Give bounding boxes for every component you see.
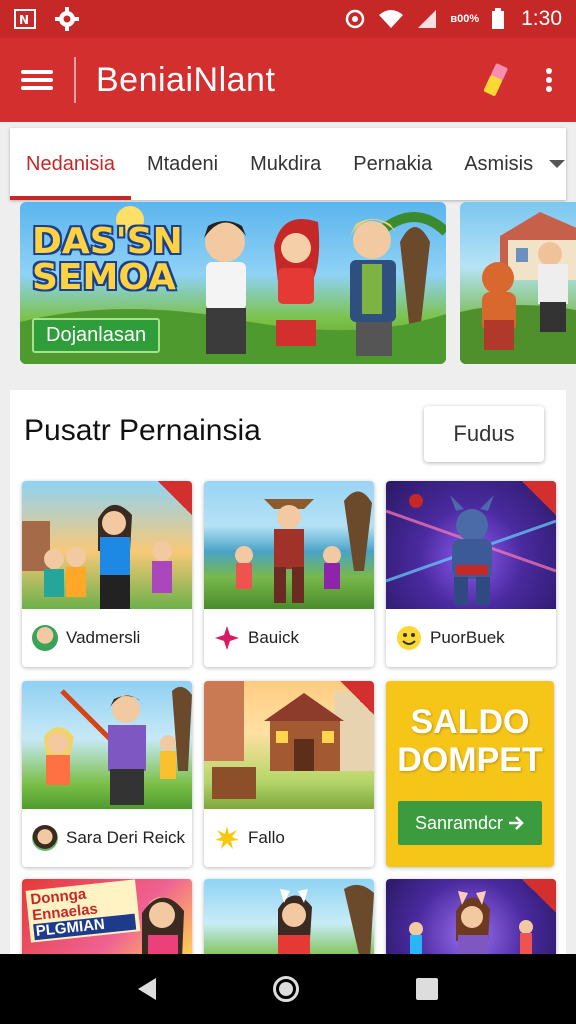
game-card[interactable] <box>386 879 556 954</box>
games-section: Pusatr Pernainsia Fudus Vadmersli Bauick… <box>10 390 566 954</box>
card-ribbon <box>522 879 556 913</box>
card-ribbon <box>158 481 192 515</box>
card-ribbon <box>522 481 556 515</box>
app-title: BeniaiNlant <box>96 60 276 99</box>
promo-card[interactable]: Donnga Ennaelas PLGMIAN <box>22 879 192 954</box>
tab-nedanisia[interactable]: Nedanisia <box>10 128 131 200</box>
game-thumbnail <box>386 481 556 609</box>
secondary-banner[interactable] <box>460 202 576 364</box>
sync-icon <box>346 9 365 29</box>
secondary-banner-illustration <box>460 212 576 364</box>
tabs-more-icon[interactable] <box>549 160 566 168</box>
wifi-icon <box>379 10 404 28</box>
category-tabs: Nedanisia Mtadeni Mukdira Pernakia Asmis… <box>10 128 566 200</box>
battery-percent: ʙ00% <box>450 12 480 25</box>
tab-mtadeni[interactable]: Mtadeni <box>131 128 234 200</box>
promo-thumbnail: Donnga Ennaelas PLGMIAN <box>22 879 192 954</box>
game-title: Fallo <box>248 828 285 847</box>
game-title: Sara Deri Reick <box>66 828 186 847</box>
svg-text:N: N <box>19 13 29 27</box>
game-title: PuorBuek <box>430 628 505 647</box>
featured-banner[interactable]: DAS'SN SEMOA Dojanlasan <box>20 202 446 364</box>
back-icon[interactable] <box>138 978 157 1000</box>
game-thumbnail <box>204 481 374 609</box>
card-ribbon <box>340 681 374 715</box>
banner-logo: DAS'SN SEMOA <box>32 221 183 298</box>
game-thumbnail <box>386 879 556 954</box>
game-thumbnail <box>22 481 192 609</box>
wallet-title: SALDO DOMPET <box>397 703 543 779</box>
banner-download-button[interactable]: Dojanlasan <box>32 318 161 353</box>
more-vert-icon <box>546 65 552 95</box>
tab-mukdira[interactable]: Mukdira <box>234 128 337 200</box>
section-title: Pusatr Pernainsia <box>24 414 261 447</box>
notification-icon: N <box>14 9 36 29</box>
signal-icon <box>418 10 437 28</box>
arrow-right-icon <box>509 816 524 830</box>
game-title: Bauick <box>248 628 300 647</box>
settings-icon <box>55 7 79 31</box>
smiley-icon <box>397 626 421 650</box>
sparkle-icon <box>215 626 239 650</box>
game-card[interactable]: PuorBuek <box>386 481 556 667</box>
tab-pernakia[interactable]: Pernakia <box>337 128 448 200</box>
app-bar: BeniaiNlant <box>0 38 576 122</box>
eraser-icon <box>483 63 508 96</box>
wallet-action-button[interactable]: Sanramdcr <box>398 801 542 845</box>
game-card[interactable]: Vadmersli <box>22 481 192 667</box>
clock: 1:30 <box>521 7 562 30</box>
game-card[interactable]: Fallo <box>204 681 374 867</box>
eraser-button[interactable] <box>468 38 522 122</box>
game-card[interactable]: Bauick <box>204 481 374 667</box>
game-thumbnail <box>204 681 374 809</box>
status-bar: N ʙ00% 1:30 <box>0 0 576 38</box>
game-thumbnail <box>204 879 374 954</box>
wallet-action-label: Sanramdcr <box>414 812 504 833</box>
game-avatar-icon <box>32 825 58 851</box>
battery-icon <box>492 8 505 29</box>
system-nav-bar <box>0 954 576 1024</box>
hamburger-icon <box>21 66 53 94</box>
home-icon[interactable] <box>272 976 299 1002</box>
app-bar-divider <box>74 57 76 103</box>
recent-apps-icon[interactable] <box>415 978 438 1000</box>
game-avatar-icon <box>32 625 58 651</box>
game-card[interactable]: Sara Deri Reick <box>22 681 192 867</box>
overflow-menu-button[interactable] <box>522 38 576 122</box>
game-title: Vadmersli <box>66 628 141 647</box>
wallet-card[interactable]: SALDO DOMPET Sanramdcr <box>386 681 554 867</box>
filter-button[interactable]: Fudus <box>424 406 544 462</box>
game-card[interactable] <box>204 879 374 954</box>
tab-asmisis[interactable]: Asmisis <box>448 128 549 200</box>
game-thumbnail <box>22 681 192 809</box>
starburst-icon <box>215 826 239 849</box>
menu-button[interactable] <box>0 38 74 122</box>
